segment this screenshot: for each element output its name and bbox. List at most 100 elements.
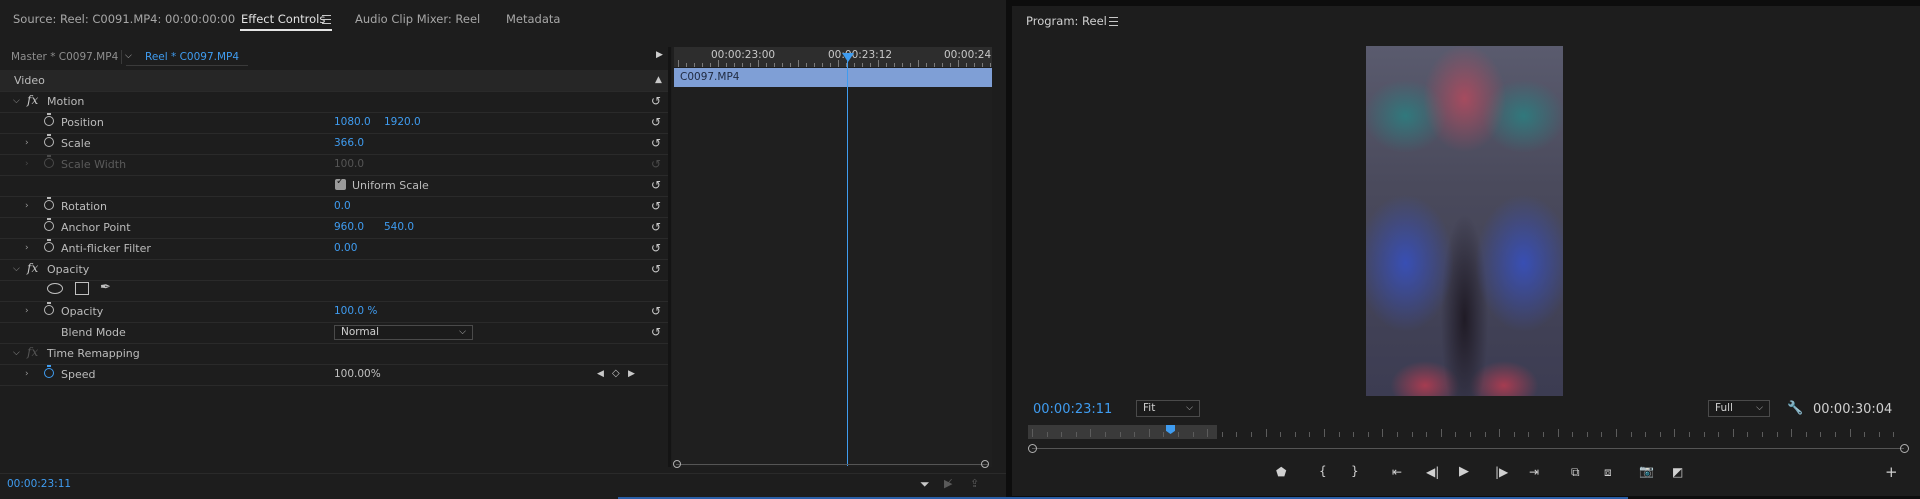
- program-current-time[interactable]: 00:00:23:11: [1033, 402, 1112, 417]
- program-monitor-menu-icon[interactable]: [1109, 17, 1118, 26]
- mask-tools-row: ✒: [0, 280, 668, 302]
- rotation-reset-icon[interactable]: ↺: [651, 199, 661, 213]
- step-forward-icon[interactable]: |▶: [1495, 465, 1508, 479]
- step-back-icon[interactable]: ◀|: [1426, 465, 1439, 479]
- speed-expand-chevron-icon[interactable]: ›: [25, 369, 29, 379]
- comparison-view-icon[interactable]: ◩: [1672, 465, 1683, 479]
- previous-keyframe-icon[interactable]: ◀: [597, 369, 604, 379]
- opacity-collapse-chevron-icon[interactable]: ⌵: [13, 264, 20, 274]
- rotation-expand-chevron-icon[interactable]: ›: [25, 201, 29, 211]
- resolution-select[interactable]: Full ⌵: [1708, 400, 1770, 417]
- effect-controls-menu-icon[interactable]: [322, 15, 331, 24]
- zoom-handle-left[interactable]: [1028, 444, 1037, 453]
- scale-reset-icon[interactable]: ↺: [651, 136, 661, 150]
- add-marker-icon[interactable]: ⬟: [1276, 465, 1286, 479]
- motion-collapse-chevron-icon[interactable]: ⌵: [13, 96, 20, 106]
- motion-effect-row[interactable]: ⌵ fx Motion ↺: [0, 91, 668, 113]
- next-keyframe-icon[interactable]: ▶: [628, 369, 635, 379]
- anchor-point-stopwatch-icon[interactable]: [44, 218, 54, 231]
- playhead-line[interactable]: [847, 53, 848, 466]
- anchor-point-x-value[interactable]: 960.0: [334, 221, 364, 233]
- tab-metadata[interactable]: Metadata: [506, 12, 560, 26]
- timeline-clip-bar[interactable]: C0097.MP4: [674, 68, 992, 87]
- ruler-tick: [870, 63, 871, 67]
- mini-timeline-tick: [1207, 429, 1209, 437]
- motion-reset-icon[interactable]: ↺: [651, 94, 661, 108]
- program-video-frame[interactable]: [1366, 46, 1563, 396]
- anti-flicker-expand-chevron-icon[interactable]: ›: [25, 243, 29, 253]
- blend-mode-reset-icon[interactable]: ↺: [651, 325, 661, 339]
- scale-value[interactable]: 366.0: [334, 137, 364, 149]
- program-zoom-scrollbar[interactable]: [1032, 448, 1904, 449]
- anchor-point-y-value[interactable]: 540.0: [384, 221, 414, 233]
- panel-divider[interactable]: [668, 47, 671, 467]
- uniform-scale-reset-icon[interactable]: ↺: [651, 178, 661, 192]
- filter-icon[interactable]: ⏷: [920, 477, 930, 492]
- mini-timeline-tick: [1148, 429, 1150, 437]
- opacity-effect-reset-icon[interactable]: ↺: [651, 262, 661, 276]
- opacity-fx-icon[interactable]: fx: [27, 261, 38, 275]
- lift-icon[interactable]: ⧉: [1571, 465, 1580, 480]
- playhead-marker[interactable]: [842, 53, 854, 62]
- position-stopwatch-icon[interactable]: [44, 113, 54, 126]
- rotation-stopwatch-icon[interactable]: [44, 197, 54, 210]
- mark-in-icon[interactable]: {: [1319, 464, 1327, 478]
- opacity-param-reset-icon[interactable]: ↺: [651, 304, 661, 318]
- position-y-value[interactable]: 1920.0: [384, 116, 421, 128]
- tab-effect-controls[interactable]: Effect Controls: [241, 12, 325, 26]
- uniform-scale-checkbox[interactable]: [335, 176, 346, 190]
- zoom-handle-right[interactable]: [1900, 444, 1909, 453]
- opacity-param-expand-chevron-icon[interactable]: ›: [25, 306, 29, 316]
- subtab-master[interactable]: Master * C0097.MP4: [11, 51, 118, 63]
- time-remapping-row[interactable]: ⌵ fx Time Remapping: [0, 343, 668, 365]
- rotation-value[interactable]: 0.0: [334, 200, 351, 212]
- timeline-scroll-handle-right[interactable]: [981, 460, 989, 468]
- scale-width-expand-chevron-icon[interactable]: ›: [25, 159, 29, 169]
- export-frame-camera-icon[interactable]: 📷: [1639, 464, 1654, 478]
- program-mini-timeline[interactable]: [1028, 424, 1908, 440]
- opacity-effect-row[interactable]: ⌵ fx Opacity ↺: [0, 259, 668, 281]
- ellipse-mask-icon[interactable]: [47, 283, 63, 294]
- anti-flicker-reset-icon[interactable]: ↺: [651, 241, 661, 255]
- extract-icon[interactable]: ⧈: [1604, 465, 1612, 480]
- speed-value[interactable]: 100.00%: [334, 368, 381, 380]
- timeline-scroll-handle-left[interactable]: [673, 460, 681, 468]
- mini-timeline-tick: [1674, 429, 1676, 437]
- pen-mask-icon[interactable]: ✒: [100, 280, 111, 295]
- motion-fx-icon[interactable]: fx: [27, 93, 38, 107]
- scroll-up-arrow-icon[interactable]: ▲: [655, 75, 662, 85]
- position-x-value[interactable]: 1080.0: [334, 116, 371, 128]
- anti-flicker-stopwatch-icon[interactable]: [44, 239, 54, 252]
- tab-audio-clip-mixer[interactable]: Audio Clip Mixer: Reel: [355, 12, 480, 26]
- zoom-select[interactable]: Fit ⌵: [1136, 400, 1200, 417]
- time-remapping-collapse-chevron-icon[interactable]: ⌵: [13, 348, 20, 358]
- mark-out-icon[interactable]: }: [1351, 464, 1359, 478]
- go-to-out-icon[interactable]: ⇥: [1529, 465, 1539, 479]
- play-button-icon[interactable]: ▶: [1459, 464, 1469, 479]
- position-reset-icon[interactable]: ↺: [651, 115, 661, 129]
- mini-timeline-tick: [1586, 432, 1588, 437]
- opacity-stopwatch-icon[interactable]: [44, 302, 54, 315]
- tab-source[interactable]: Source: Reel: C0091.MP4: 00:00:00:00: [13, 12, 235, 26]
- speed-stopwatch-icon[interactable]: [44, 365, 54, 378]
- timeline-ruler[interactable]: 00:00:23:00 00:00:23:12 00:00:24: [674, 47, 992, 67]
- reel-dropdown-chevron-icon[interactable]: ⌵: [125, 51, 132, 61]
- scale-expand-chevron-icon[interactable]: ›: [25, 138, 29, 148]
- opacity-param-value[interactable]: 100.0 %: [334, 305, 377, 317]
- rotation-label: Rotation: [61, 200, 108, 213]
- effect-controls-current-time[interactable]: 00:00:23:11: [7, 478, 71, 490]
- rectangle-mask-icon[interactable]: [75, 282, 89, 295]
- ruler-tick: [894, 63, 895, 67]
- add-keyframe-icon[interactable]: ◇: [612, 368, 620, 379]
- go-to-in-icon[interactable]: ⇤: [1392, 465, 1402, 479]
- effect-timeline-area[interactable]: 00:00:23:00 00:00:23:12 00:00:24 C0097.M…: [672, 47, 992, 468]
- blend-mode-select[interactable]: Normal ⌵: [334, 325, 473, 340]
- timeline-scrollbar[interactable]: [676, 464, 988, 465]
- button-editor-plus-icon[interactable]: +: [1885, 463, 1898, 481]
- scale-stopwatch-icon[interactable]: [44, 134, 54, 147]
- subtab-reel[interactable]: Reel * C0097.MP4: [145, 51, 239, 63]
- anti-flicker-value[interactable]: 0.00: [334, 242, 357, 254]
- anchor-point-reset-icon[interactable]: ↺: [651, 220, 661, 234]
- show-timeline-arrow-icon[interactable]: ▶: [656, 50, 663, 60]
- settings-wrench-icon[interactable]: 🔧: [1787, 401, 1803, 416]
